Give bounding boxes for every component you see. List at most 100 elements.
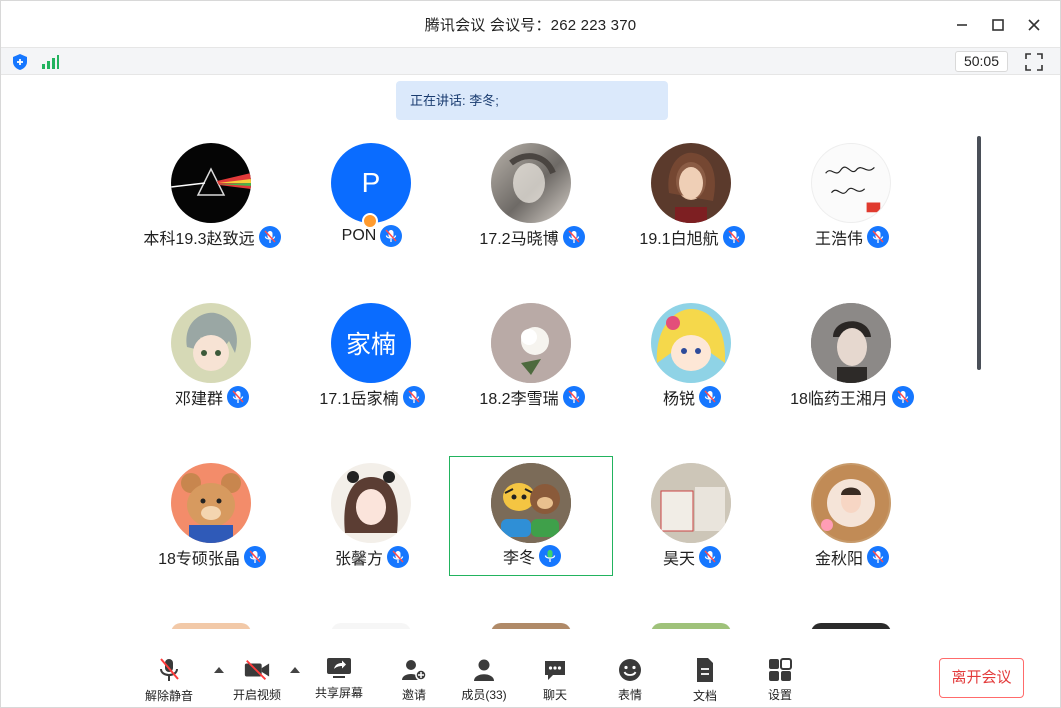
settings-button[interactable]: 设置	[745, 657, 815, 703]
members-button[interactable]: 成员(33)	[449, 657, 519, 703]
share-screen-label: 共享屏幕	[314, 686, 363, 700]
participant-tile[interactable]: 昊天	[610, 463, 774, 583]
muted-mic-icon	[227, 386, 249, 408]
avatar	[651, 303, 731, 383]
plush-toys-avatar-icon	[491, 463, 571, 543]
video-options-caret-icon[interactable]	[289, 665, 301, 675]
avatar	[171, 143, 251, 223]
settings-label: 设置	[767, 688, 792, 702]
participant-name-row: 张馨方	[290, 545, 454, 569]
avatar: 家楠	[331, 303, 411, 383]
participant-name: 18.2李雪瑞	[479, 391, 559, 408]
participant-tile[interactable]: 邓建群	[130, 303, 294, 423]
members-label: 成员(33)	[461, 688, 507, 702]
participant-name-row: 邓建群	[130, 385, 294, 409]
start-video-label: 开启视频	[232, 688, 281, 702]
reactions-button[interactable]: 表情	[595, 657, 665, 703]
window-controls	[946, 13, 1050, 37]
minimize-button[interactable]	[946, 13, 978, 37]
participant-name-row: 本科19.3赵致远	[130, 225, 294, 249]
participant-name: 李冬	[502, 550, 535, 567]
leave-meeting-button[interactable]: 离开会议	[939, 658, 1024, 698]
participant-tile[interactable]: 金秋阳	[770, 463, 934, 583]
muted-mic-icon	[562, 226, 585, 248]
participant-tile[interactable]: 18专硕张晶	[130, 463, 294, 583]
muted-mic-icon	[258, 226, 281, 248]
participant-name: 王浩伟	[814, 231, 863, 248]
participant-tile[interactable]: P PON	[290, 143, 454, 263]
invite-label: 邀请	[401, 688, 426, 702]
photo-avatar-icon	[811, 303, 891, 383]
unmute-label: 解除静音	[144, 689, 193, 703]
muted-mic-icon	[867, 546, 889, 568]
muted-microphone-icon	[155, 657, 183, 683]
participant-tile[interactable]: 18临药王湘月	[770, 303, 934, 423]
participant-name: 17.2马晓博	[479, 231, 559, 248]
muted-mic-icon	[699, 386, 721, 408]
avatar	[491, 463, 571, 543]
speaking-mic-icon	[539, 545, 561, 567]
avatar	[171, 303, 251, 383]
meeting-timer: 50:05	[954, 51, 1008, 72]
participant-name-row: 昊天	[610, 545, 774, 569]
share-screen-icon	[325, 655, 353, 680]
participant-name: 杨锐	[662, 391, 695, 408]
participant-name: 18临药王湘月	[790, 391, 888, 408]
participant-tile[interactable]: 家楠 17.1岳家楠	[290, 303, 454, 423]
participant-name-row: PON	[290, 225, 454, 247]
title-bar: 腾讯会议 会议号：262 223 370	[1, 1, 1060, 47]
avatar	[651, 463, 731, 543]
members-icon	[470, 657, 498, 682]
participant-name-row: 杨锐	[610, 385, 774, 409]
chat-label: 聊天	[542, 688, 567, 702]
invite-button[interactable]: 邀请	[379, 657, 449, 703]
video-off-icon	[243, 657, 271, 682]
participant-name: 18专硕张晶	[158, 551, 240, 568]
participant-tile[interactable]: 张馨方	[290, 463, 454, 583]
muted-mic-icon	[402, 386, 425, 408]
participant-tile[interactable]: 18.2李雪瑞	[450, 303, 614, 423]
add-person-icon	[400, 657, 428, 682]
photo-avatar-icon	[509, 153, 556, 203]
chat-bubble-icon	[541, 657, 569, 682]
participant-name-row: 18临药王湘月	[770, 385, 934, 409]
close-icon	[1028, 19, 1040, 31]
avatar	[811, 143, 891, 223]
grid-scrollbar[interactable]	[977, 136, 981, 370]
girl-avatar-icon	[344, 471, 398, 533]
documents-label: 文档	[692, 689, 717, 703]
smiley-icon	[616, 657, 644, 682]
participant-tile[interactable]: 19.1白旭航	[610, 143, 774, 263]
window-title: 腾讯会议 会议号：262 223 370	[424, 16, 637, 34]
avatar	[651, 143, 731, 223]
muted-mic-icon	[562, 386, 585, 408]
participant-tile[interactable]: 17.2马晓博	[450, 143, 614, 263]
participant-tile[interactable]: 王浩伟	[770, 143, 934, 263]
meeting-toolbar: 解除静音 开启视频 共享屏幕 邀请 成员(33) 聊天 表情 文档 设置 离开会…	[1, 629, 1060, 707]
security-shield-icon[interactable]	[11, 53, 29, 71]
muted-mic-icon	[387, 546, 409, 568]
document-icon	[691, 657, 719, 683]
close-button[interactable]	[1018, 13, 1050, 37]
participant-tile[interactable]: 本科19.3赵致远	[130, 143, 294, 263]
share-screen-button[interactable]: 共享屏幕	[304, 655, 374, 701]
muted-mic-icon	[243, 546, 266, 568]
minimize-icon	[957, 24, 967, 26]
maximize-button[interactable]	[982, 13, 1014, 37]
muted-mic-icon	[867, 226, 889, 248]
avatar	[811, 303, 891, 383]
flower-avatar-icon	[491, 303, 571, 383]
start-video-button[interactable]: 开启视频	[222, 657, 292, 703]
network-signal-icon[interactable]	[41, 54, 59, 70]
muted-mic-icon	[722, 226, 745, 248]
unmute-button[interactable]: 解除静音	[134, 657, 204, 703]
participant-tile-active-speaker[interactable]: 李冬	[449, 456, 613, 576]
participant-name-row: 金秋阳	[770, 545, 934, 569]
chat-button[interactable]: 聊天	[520, 657, 590, 703]
participant-name: 金秋阳	[814, 551, 863, 568]
documents-button[interactable]: 文档	[670, 657, 740, 703]
avatar	[491, 303, 571, 383]
fullscreen-icon[interactable]	[1024, 52, 1044, 72]
cookie-frame-avatar-icon	[813, 465, 889, 541]
participant-tile[interactable]: 杨锐	[610, 303, 774, 423]
